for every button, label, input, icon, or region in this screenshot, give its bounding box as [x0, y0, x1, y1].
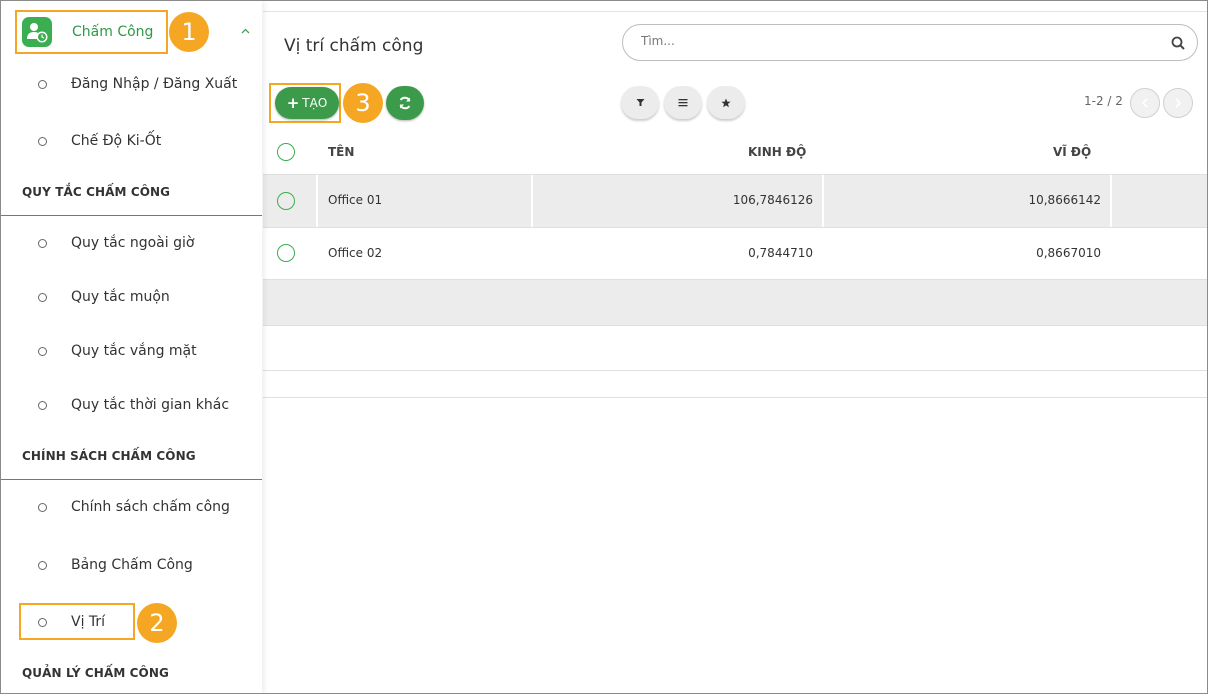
refresh-button[interactable] — [386, 86, 424, 120]
sidebar-item-label: Đăng Nhập / Đăng Xuất — [71, 76, 238, 92]
divider — [1, 479, 262, 480]
create-button-label: TẠO — [302, 96, 328, 110]
module-cham-cong[interactable]: Chấm Công — [15, 10, 168, 54]
sidebar-item-other-time[interactable]: Quy tắc thời gian khác — [1, 385, 262, 425]
refresh-icon — [399, 96, 411, 110]
group-by-button[interactable] — [664, 86, 702, 119]
bullet-icon — [38, 79, 47, 89]
divider — [1110, 175, 1112, 227]
sidebar-item-kiosk[interactable]: Chế Độ Ki-Ốt — [1, 121, 262, 161]
table-row[interactable]: Office 02 0,7844710 0,8667010 — [263, 228, 1207, 279]
sidebar-item-label: Quy tắc muộn — [71, 289, 170, 305]
divider — [316, 175, 318, 227]
sidebar-item-policy[interactable]: Chính sách chấm công — [1, 487, 262, 527]
row-checkbox[interactable] — [277, 192, 295, 210]
pager-value: 1-2 / 2 — [1084, 94, 1123, 108]
column-header-longitude[interactable]: KINH ĐỘ — [748, 145, 806, 159]
sidebar-item-absence[interactable]: Quy tắc vắng mặt — [1, 331, 262, 371]
table-empty-row — [263, 371, 1207, 397]
page-title: Vị trí chấm công — [284, 36, 424, 56]
sidebar-item-label: Bảng Chấm Công — [71, 557, 193, 573]
top-divider — [263, 11, 1207, 12]
bullet-icon — [38, 238, 47, 248]
cell-latitude: 10,8666142 — [1028, 193, 1101, 207]
section-title-rules: QUY TẮC CHẤM CÔNG — [22, 185, 171, 199]
filter-icon — [636, 99, 644, 106]
plus-icon: + — [286, 94, 300, 112]
sidebar-item-late[interactable]: Quy tắc muộn — [1, 277, 262, 317]
bullet-icon — [38, 502, 47, 512]
table-empty-row — [263, 280, 1207, 325]
sidebar-item-label: Quy tắc vắng mặt — [71, 343, 197, 359]
main-content: Vị trí chấm công + TẠO — [263, 1, 1207, 693]
sidebar-item-label: Quy tắc ngoài giờ — [71, 235, 195, 251]
sidebar-item-label: Quy tắc thời gian khác — [71, 397, 230, 413]
table-header-row: TÊN KINH ĐỘ VĨ ĐỘ — [263, 129, 1207, 174]
pager-prev-button[interactable] — [1130, 88, 1160, 118]
divider — [822, 175, 824, 227]
search-box — [622, 24, 1198, 61]
sidebar: Chấm Công Đăng Nhập / Đăng Xuất Chế Độ K… — [1, 1, 262, 693]
sidebar-item-timesheet[interactable]: Bảng Chấm Công — [1, 545, 262, 585]
app-window: Chấm Công Đăng Nhập / Đăng Xuất Chế Độ K… — [0, 0, 1208, 694]
chevron-right-icon — [1175, 98, 1182, 108]
module-label: Chấm Công — [72, 24, 154, 40]
bullet-icon — [38, 346, 47, 356]
create-button[interactable]: + TẠO — [275, 87, 339, 119]
section-title-management: QUẢN LÝ CHẤM CÔNG — [22, 666, 169, 680]
bullet-icon — [38, 400, 47, 410]
select-all-checkbox[interactable] — [277, 143, 295, 161]
cell-longitude: 106,7846126 — [732, 193, 813, 207]
section-title-policy: CHÍNH SÁCH CHẤM CÔNG — [22, 449, 196, 463]
table-row[interactable]: Office 01 106,7846126 10,8666142 — [263, 175, 1207, 227]
chevron-left-icon — [1141, 98, 1148, 108]
sidebar-item-dang-nhap[interactable]: Đăng Nhập / Đăng Xuất — [1, 64, 262, 104]
bullet-icon — [38, 617, 47, 627]
cell-name: Office 02 — [328, 246, 383, 260]
row-checkbox[interactable] — [277, 244, 295, 262]
star-icon — [721, 98, 731, 107]
divider — [263, 397, 1207, 398]
column-header-latitude[interactable]: VĨ ĐỘ — [1053, 145, 1091, 159]
bullet-icon — [38, 292, 47, 302]
cell-longitude: 0,7844710 — [748, 246, 813, 260]
table-empty-row — [263, 326, 1207, 370]
filter-button[interactable] — [621, 86, 659, 119]
cell-latitude: 0,8667010 — [1036, 246, 1101, 260]
bullet-icon — [38, 136, 47, 146]
search-input[interactable] — [641, 34, 1141, 48]
cell-name: Office 01 — [328, 193, 383, 207]
attendance-module-icon — [22, 17, 52, 47]
step-badge-2: 2 — [137, 603, 177, 643]
favorites-button[interactable] — [707, 86, 745, 119]
sidebar-item-label: Vị Trí — [71, 614, 106, 630]
chevron-up-icon[interactable] — [241, 24, 250, 37]
divider — [531, 175, 533, 227]
step-badge-3: 3 — [343, 83, 383, 123]
sidebar-item-label: Chính sách chấm công — [71, 499, 230, 515]
bullet-icon — [38, 560, 47, 570]
column-header-name[interactable]: TÊN — [328, 145, 354, 159]
list-icon — [678, 99, 688, 107]
sidebar-item-vi-tri[interactable]: Vị Trí — [1, 602, 262, 642]
search-icon[interactable] — [1171, 36, 1185, 50]
step-badge-1: 1 — [169, 12, 209, 52]
pager-next-button[interactable] — [1163, 88, 1193, 118]
sidebar-item-overtime[interactable]: Quy tắc ngoài giờ — [1, 223, 262, 263]
divider — [1, 215, 262, 216]
sidebar-item-label: Chế Độ Ki-Ốt — [71, 133, 162, 149]
